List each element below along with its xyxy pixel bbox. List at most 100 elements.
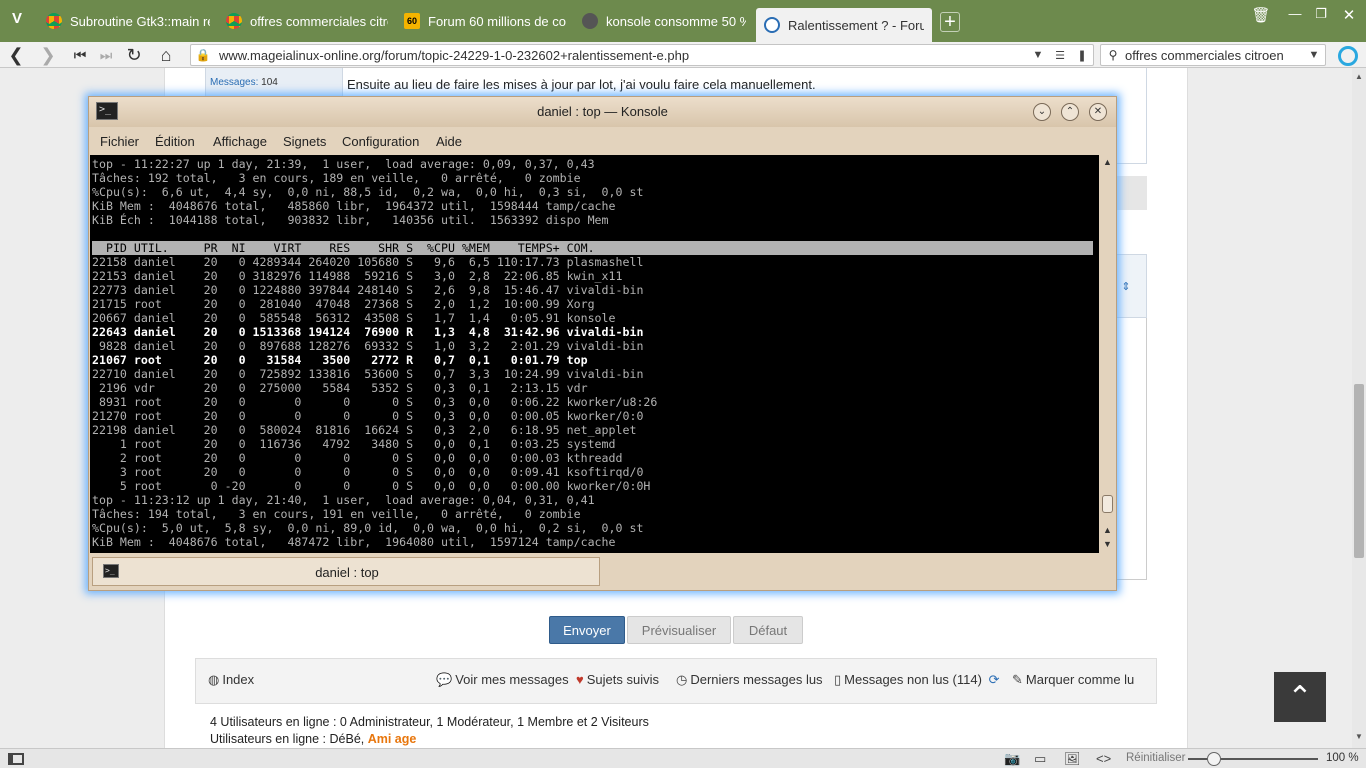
terminal-line: top - 11:22:27 up 1 day, 21:39, 1 user, … xyxy=(92,157,595,171)
followed-label: Sujets suivis xyxy=(586,672,659,687)
menu-fichier[interactable]: Fichier xyxy=(100,134,139,149)
scroll-down-arrow-icon[interactable]: ▼ xyxy=(1101,539,1114,551)
reset-zoom-button[interactable]: Réinitialiser xyxy=(1126,752,1185,764)
terminal-line: 22153 daniel 20 0 3182976 114988 59216 S… xyxy=(92,269,623,283)
tab-konsole-consomme[interactable]: konsole consomme 50 % du xyxy=(574,6,754,36)
konsole-window: >_ daniel : top — Konsole ⌄ ⌃ ✕ Fichier … xyxy=(88,96,1117,591)
konsole-menubar: Fichier Édition Affichage Signets Config… xyxy=(89,127,1116,155)
menu-configuration[interactable]: Configuration xyxy=(342,134,419,149)
terminal-line: KiB Mem : 4048676 total, 487472 libr, 19… xyxy=(92,535,616,549)
panel-toggle-icon[interactable] xyxy=(8,753,24,765)
tab-offres-citroen[interactable]: offres commerciales citroen xyxy=(218,6,396,36)
close-window-icon[interactable]: ✕ xyxy=(1336,6,1362,26)
index-link[interactable]: ◍ Index xyxy=(208,672,254,688)
tab-forum-60-millions[interactable]: 60 Forum 60 millions de conso xyxy=(396,6,574,36)
terminal-line: 21270 root 20 0 0 0 0 S 0,3 0,0 0:00.05 … xyxy=(92,409,644,423)
scroll-up-arrow-icon[interactable]: ▲ xyxy=(1352,72,1366,84)
last-read-label: Derniers messages lus xyxy=(690,672,823,687)
online-user-highlight[interactable]: Ami age xyxy=(368,732,417,746)
camera-icon[interactable]: 📷 xyxy=(1004,751,1020,767)
page-scrollbar[interactable]: ▲ ▼ xyxy=(1352,68,1366,748)
preview-button[interactable]: Prévisualiser xyxy=(627,616,731,644)
menu-affichage[interactable]: Affichage xyxy=(213,134,267,149)
forward-button[interactable]: ❯ xyxy=(34,42,62,68)
tab-ralentissement[interactable]: Ralentissement ? - Forum - l xyxy=(756,8,932,42)
terminal-line: 22773 daniel 20 0 1224880 397844 248140 … xyxy=(92,283,644,297)
my-messages-link[interactable]: 💬 Voir mes messages xyxy=(436,672,569,688)
terminal-line: 21067 root 20 0 31584 3500 2772 R 0,7 0,… xyxy=(92,353,588,367)
terminal-line: 5 root 0 -20 0 0 0 S 0,0 0,0 0:00.00 kwo… xyxy=(92,479,651,493)
mark-read-link[interactable]: ✎ Marquer comme lu xyxy=(1012,672,1134,688)
terminal-scroll-thumb[interactable] xyxy=(1102,495,1113,513)
image-icon[interactable]: 🖼 xyxy=(1064,751,1081,767)
reload-button[interactable]: ↻ xyxy=(120,42,148,68)
browser-address-bar: ❮ ❯ ⏮ ⏭ ↻ ⌂ 🔒 www.mageialinux-online.org… xyxy=(0,42,1366,68)
post-message-count: Messages: 104 xyxy=(210,77,278,88)
fast-forward-button[interactable]: ⏭ xyxy=(92,42,120,68)
url-dropdown-icon[interactable]: ▼ xyxy=(1027,49,1049,61)
terminal-scrollbar[interactable]: ▲ ▲ ▼ xyxy=(1100,155,1115,553)
tab-label: Subroutine Gtk3::main redef xyxy=(70,13,210,29)
sixty-icon: 60 xyxy=(404,13,420,29)
home-button[interactable]: ⌂ xyxy=(152,42,180,68)
scroll-down-arrow-icon[interactable]: ▼ xyxy=(1352,732,1366,744)
scroll-to-top-button[interactable]: ⌃ xyxy=(1274,672,1326,722)
terminal-line: 22158 daniel 20 0 4289344 264020 105680 … xyxy=(92,255,644,269)
index-label: Index xyxy=(222,672,255,687)
minimize-icon[interactable]: ⌄ xyxy=(1033,103,1051,121)
search-icon: ⚲ xyxy=(1108,48,1118,62)
new-tab-button[interactable]: + xyxy=(940,12,960,32)
maximize-icon[interactable]: ❐ xyxy=(1308,6,1334,26)
menu-edition[interactable]: Édition xyxy=(155,134,195,149)
search-engine-dropdown-icon[interactable]: ▼ xyxy=(1303,49,1325,61)
browser-tab-bar: V Subroutine Gtk3::main redef offres com… xyxy=(0,0,1366,42)
search-input[interactable]: ⚲ offres commerciales citroen ▼ xyxy=(1100,44,1326,66)
terminal-line: %Cpu(s): 5,0 ut, 5,8 sy, 0,0 ni, 89,0 id… xyxy=(92,521,644,535)
terminal-line: 22198 daniel 20 0 580024 81816 16624 S 0… xyxy=(92,423,637,437)
clock-icon: ◷ xyxy=(676,672,688,687)
my-messages-label: Voir mes messages xyxy=(455,672,569,687)
tab-subroutine[interactable]: Subroutine Gtk3::main redef xyxy=(38,6,218,36)
search-engine-icon[interactable] xyxy=(1338,46,1358,66)
menu-aide[interactable]: Aide xyxy=(436,134,462,149)
lock-icon: 🔒 xyxy=(195,48,211,62)
online-count-line: 4 Utilisateurs en ligne : 0 Administrate… xyxy=(210,715,649,729)
url-input[interactable]: 🔒 www.mageialinux-online.org/forum/topic… xyxy=(190,44,1094,66)
tiling-icon[interactable]: ▭ xyxy=(1034,751,1046,767)
zoom-slider-knob[interactable] xyxy=(1207,752,1221,766)
ubuntu-icon xyxy=(582,13,598,29)
scroll-up-arrow-icon[interactable]: ▲ xyxy=(1101,525,1114,537)
close-icon[interactable]: ✕ xyxy=(1089,103,1107,121)
last-read-link[interactable]: ◷ Derniers messages lus xyxy=(676,672,823,688)
page-scroll-thumb[interactable] xyxy=(1354,384,1364,558)
default-button[interactable]: Défaut xyxy=(733,616,803,644)
forum-footer-nav: ◍ Index 💬 Voir mes messages ♥ Sujets suivis… xyxy=(195,658,1157,704)
konsole-tab[interactable]: >_ daniel : top xyxy=(92,557,600,586)
mark-read-label: Marquer comme lu xyxy=(1025,672,1135,687)
menu-signets[interactable]: Signets xyxy=(283,134,326,149)
back-button[interactable]: ❮ xyxy=(2,42,30,68)
terminal-line: 2 root 20 0 0 0 0 S 0,0 0,0 0:00.03 kthr… xyxy=(92,451,623,465)
globe-icon: ◍ xyxy=(208,672,220,687)
bookmark-icon[interactable]: ❚ xyxy=(1071,49,1093,62)
followed-topics-link[interactable]: ♥ Sujets suivis xyxy=(576,672,659,687)
konsole-title: daniel : top — Konsole xyxy=(537,104,668,119)
terminal-output[interactable]: top - 11:22:27 up 1 day, 21:39, 1 user, … xyxy=(90,155,1099,553)
trash-icon[interactable]: 🗑 xyxy=(1248,6,1274,26)
send-button[interactable]: Envoyer xyxy=(549,616,625,644)
post-text: Ensuite au lieu de faire les mises à jou… xyxy=(347,77,816,92)
vivaldi-menu-icon[interactable]: V xyxy=(4,6,30,30)
reader-view-icon[interactable]: ☰ xyxy=(1049,49,1071,62)
scroll-up-arrow-icon[interactable]: ▲ xyxy=(1101,157,1114,169)
terminal-line: Tâches: 192 total, 3 en cours, 189 en ve… xyxy=(92,171,581,185)
maximize-icon[interactable]: ⌃ xyxy=(1061,103,1079,121)
konsole-titlebar[interactable]: >_ daniel : top — Konsole ⌄ ⌃ ✕ xyxy=(89,97,1116,127)
mageia-icon xyxy=(764,17,780,33)
unread-messages-link[interactable]: ▯ Messages non lus (114) ⟳ xyxy=(834,672,1002,688)
refresh-icon[interactable]: ⟳ xyxy=(989,672,1000,687)
rewind-button[interactable]: ⏮ xyxy=(66,42,94,68)
comments-icon: 💬 xyxy=(436,672,453,687)
minimize-icon[interactable]: — xyxy=(1282,6,1308,26)
code-icon[interactable]: <> xyxy=(1096,751,1111,766)
